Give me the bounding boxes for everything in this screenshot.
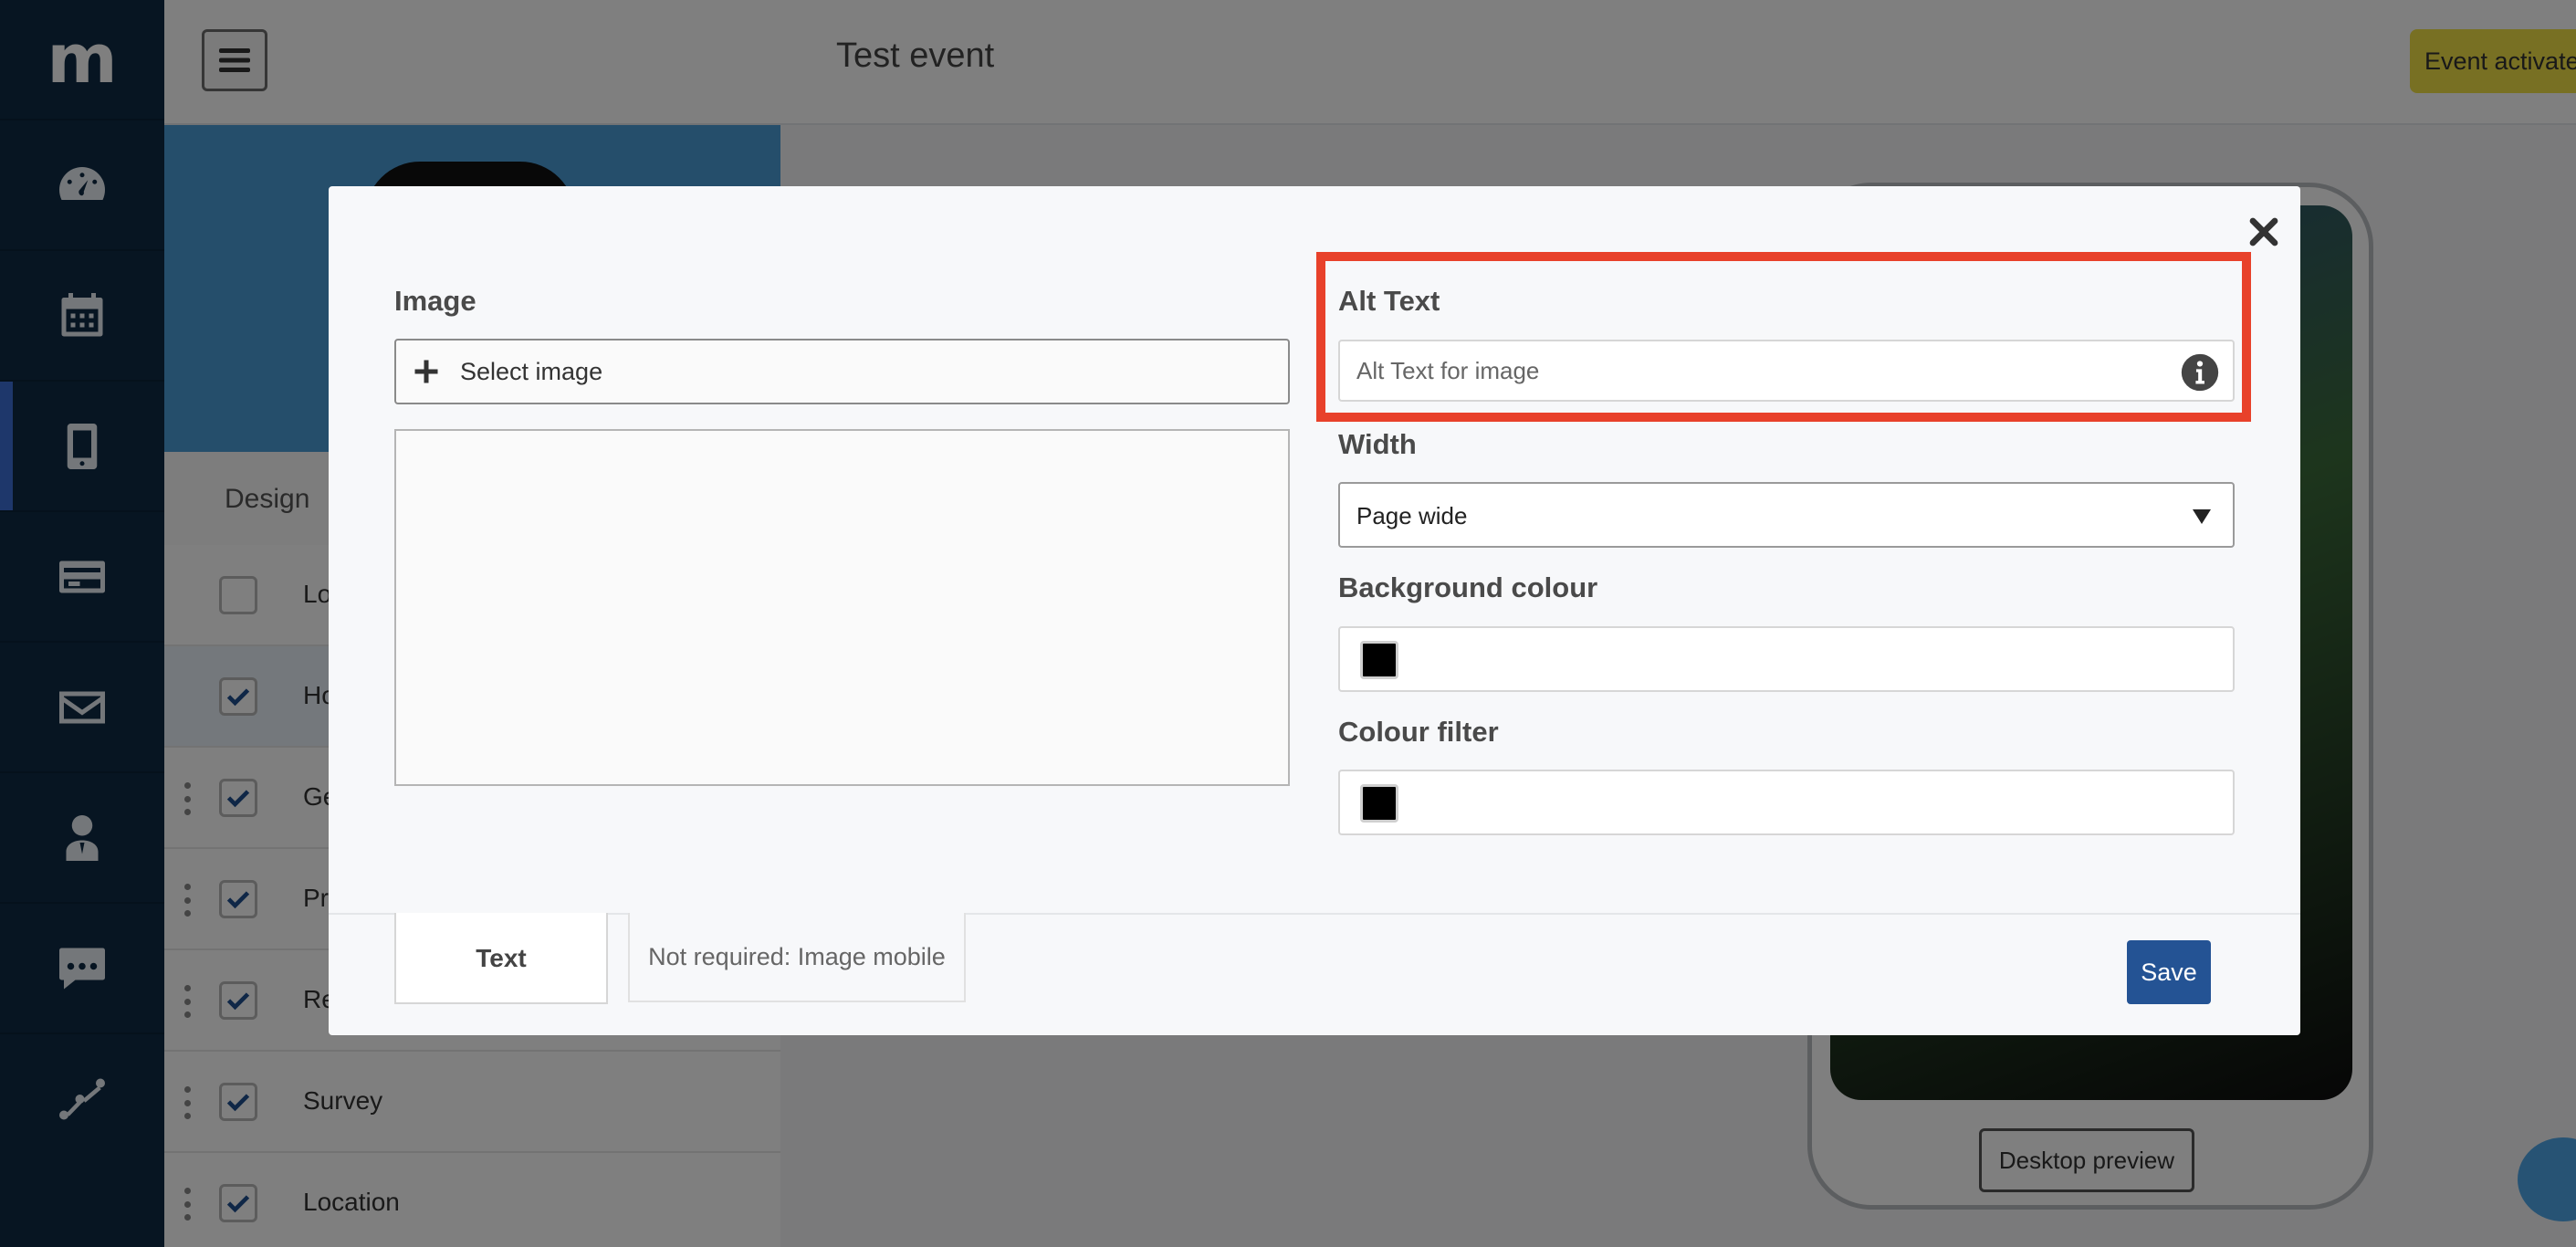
tab-image-mobile[interactable]: Not required: Image mobile	[628, 913, 966, 1002]
tab-text[interactable]: Text	[394, 913, 608, 1004]
colour-filter-swatch[interactable]	[1360, 784, 1398, 823]
select-image-button[interactable]: Select image	[394, 339, 1290, 404]
close-icon	[2249, 217, 2278, 246]
alt-text-label: Alt Text	[1338, 285, 1440, 317]
info-icon[interactable]	[2180, 352, 2220, 393]
background-colour-swatch[interactable]	[1360, 641, 1398, 679]
image-preview-area	[394, 429, 1290, 786]
colour-filter-label: Colour filter	[1338, 716, 1499, 748]
width-selected-value: Page wide	[1356, 502, 1468, 529]
alt-text-field	[1338, 340, 2235, 402]
width-label: Width	[1338, 428, 1417, 460]
modal-footer-divider	[329, 913, 2300, 915]
close-button[interactable]	[2244, 212, 2284, 252]
image-label: Image	[394, 285, 476, 317]
width-select[interactable]: Page wide	[1338, 482, 2235, 548]
select-image-label: Select image	[460, 357, 603, 385]
colour-filter-field[interactable]	[1338, 770, 2235, 835]
dropdown-arrow-icon	[2193, 509, 2211, 524]
alt-text-input[interactable]	[1356, 341, 2160, 400]
save-button[interactable]: Save	[2127, 940, 2211, 1004]
plus-icon	[414, 360, 438, 383]
background-colour-label: Background colour	[1338, 571, 1598, 603]
background-colour-field[interactable]	[1338, 626, 2235, 692]
